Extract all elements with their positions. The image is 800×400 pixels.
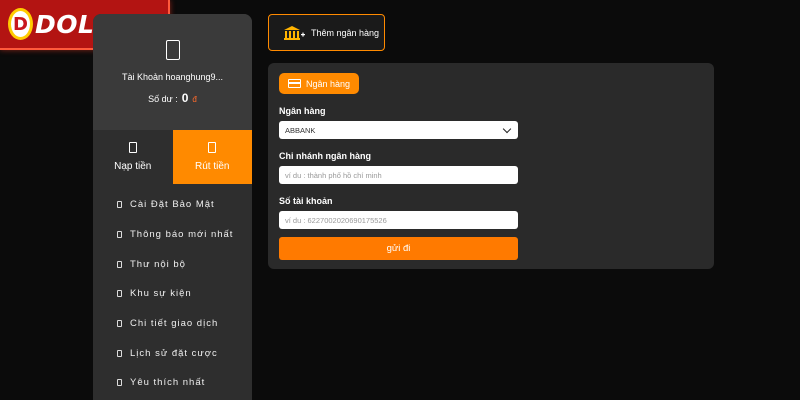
- menu-icon: [117, 290, 122, 298]
- bank-tab-pill[interactable]: Ngân hàng: [279, 73, 360, 94]
- balance-value: 0: [181, 91, 189, 105]
- menu-icon: [117, 231, 122, 239]
- add-bank-label: Thêm ngân hàng: [311, 27, 380, 38]
- account-summary: Tài Khoản hoanghung9... Số dư : 0 đ: [93, 14, 252, 130]
- account-number-label: Số tài khoản: [279, 196, 333, 206]
- menu-icon: [117, 320, 122, 328]
- tab-deposit[interactable]: Nạp tiền: [93, 130, 173, 184]
- tab-withdraw-label: Rút tiền: [195, 161, 230, 172]
- sidebar: Tài Khoản hoanghung9... Số dư : 0 đ Nạp …: [93, 14, 252, 400]
- wallet-tabs: Nạp tiền Rút tiền: [93, 130, 252, 184]
- tab-withdraw[interactable]: Rút tiền: [172, 130, 252, 184]
- bank-form-panel: Ngân hàng Ngân hàng ABBANK Chi nhánh ngâ…: [268, 63, 714, 269]
- tab-deposit-label: Nạp tiền: [114, 161, 152, 172]
- menu-item-latest-notifications[interactable]: Thông báo mới nhất: [93, 220, 252, 250]
- bank-tab-label: Ngân hàng: [306, 78, 351, 89]
- account-name: Tài Khoản hoanghung9...: [121, 72, 224, 82]
- menu-icon: [117, 379, 122, 387]
- branch-placeholder: ví du : thành phố hồ chí minh: [285, 170, 382, 180]
- bank-field-label: Ngân hàng: [279, 106, 326, 116]
- menu-item-bet-history[interactable]: Lịch sử đặt cược: [93, 338, 252, 368]
- submit-button[interactable]: gửi đi: [279, 237, 518, 260]
- user-icon: [165, 40, 180, 60]
- withdraw-icon: [208, 142, 217, 153]
- sidebar-menu: Cài Đặt Bảo Mật Thông báo mới nhất Thư n…: [93, 184, 252, 398]
- menu-icon: [117, 260, 122, 268]
- branch-field-label: Chi nhánh ngân hàng: [279, 151, 371, 161]
- balance-label: Số dư :: [148, 94, 178, 104]
- menu-item-inbox[interactable]: Thư nội bộ: [93, 249, 252, 279]
- balance-unit: đ: [192, 95, 197, 104]
- credit-card-icon: [288, 79, 301, 88]
- bank-select[interactable]: ABBANK: [279, 121, 518, 139]
- account-number-placeholder: ví du : 6227002020690175526: [285, 215, 387, 225]
- menu-item-events[interactable]: Khu sự kiện: [93, 279, 252, 309]
- menu-item-favorites[interactable]: Yêu thích nhất: [93, 368, 252, 398]
- menu-icon: [117, 201, 122, 209]
- bank-select-value: ABBANK: [285, 125, 316, 135]
- account-number-input[interactable]: ví du : 6227002020690175526: [279, 211, 518, 229]
- deposit-icon: [128, 142, 137, 153]
- logo-badge-icon: D: [8, 8, 34, 40]
- chevron-down-icon: [502, 124, 512, 133]
- add-bank-button[interactable]: Thêm ngân hàng: [268, 14, 385, 51]
- bank-add-icon: [284, 25, 305, 40]
- menu-item-transactions[interactable]: Chi tiết giao dịch: [93, 309, 252, 339]
- menu-item-security-settings[interactable]: Cài Đặt Bảo Mật: [93, 190, 252, 220]
- menu-icon: [117, 349, 122, 357]
- account-balance: Số dư : 0 đ: [148, 91, 197, 105]
- branch-input[interactable]: ví du : thành phố hồ chí minh: [279, 166, 518, 184]
